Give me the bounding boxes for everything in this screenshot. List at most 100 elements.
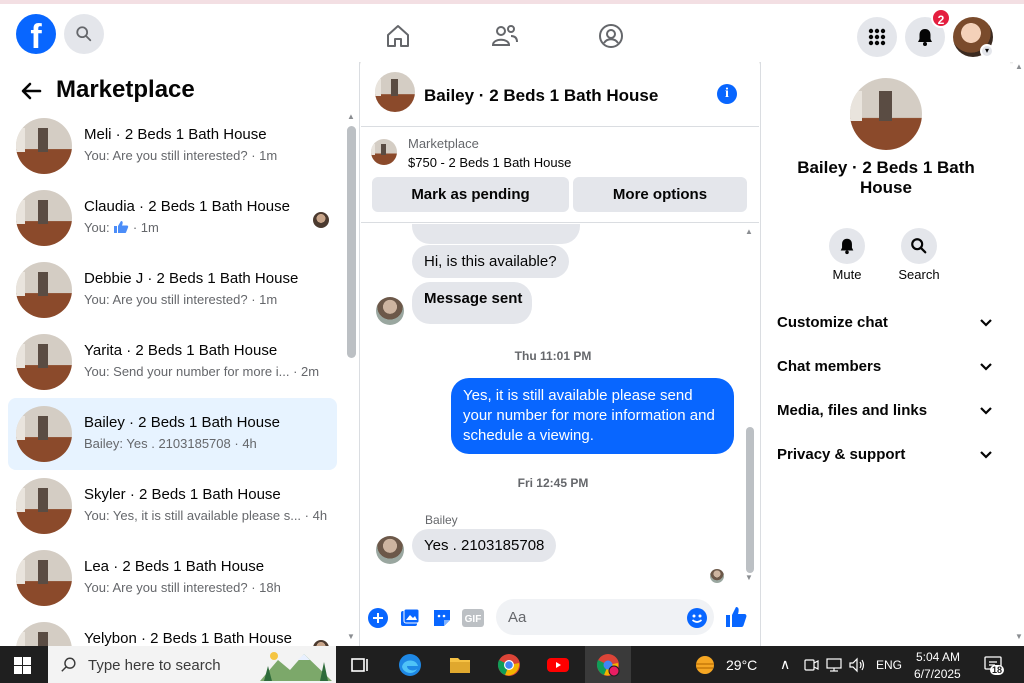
send-like-button[interactable] bbox=[725, 606, 747, 628]
chat-title[interactable]: Bailey · 2 Beds 1 Bath House bbox=[424, 86, 658, 106]
weather-sun-icon[interactable] bbox=[693, 653, 717, 677]
task-view-icon[interactable] bbox=[348, 653, 372, 677]
conversation-item[interactable]: Meli · 2 Beds 1 Bath House You: Are you … bbox=[8, 110, 337, 182]
taskbar-search-box[interactable]: Type here to search bbox=[48, 646, 336, 683]
message-bubble[interactable]: Message sent bbox=[412, 282, 532, 324]
listing-thumbnail bbox=[16, 406, 72, 462]
facebook-marketplace-chat-window: f 2 ▾ Marketplace Meli · 2 Beds 1 Bath H… bbox=[0, 0, 1024, 683]
privacy-support-row[interactable]: Privacy & support bbox=[777, 446, 997, 470]
customize-chat-row[interactable]: Customize chat bbox=[777, 314, 997, 338]
listing-summary: Marketplace $750 - 2 Beds 1 Bath House M… bbox=[361, 127, 759, 223]
chevron-down-icon[interactable]: ▾ bbox=[980, 44, 994, 58]
conversation-item[interactable]: Claudia · 2 Beds 1 Bath House You: · 1m bbox=[8, 182, 337, 254]
input-language[interactable]: ENG bbox=[876, 658, 902, 672]
search-placeholder: Type here to search bbox=[88, 657, 221, 674]
friends-tab[interactable] bbox=[491, 22, 519, 50]
profile-tab[interactable] bbox=[597, 22, 625, 50]
scroll-up-arrow-icon[interactable]: ▲ bbox=[1015, 62, 1023, 71]
emoji-button[interactable] bbox=[687, 608, 707, 628]
facebook-logo[interactable]: f bbox=[16, 14, 56, 54]
scroll-up-arrow-icon[interactable]: ▲ bbox=[745, 227, 753, 236]
conversation-item[interactable]: Debbie J · 2 Beds 1 Bath House You: Are … bbox=[8, 254, 337, 326]
grid-menu-icon bbox=[868, 28, 886, 46]
clock-date[interactable]: 6/7/2025 bbox=[914, 667, 961, 681]
message-timestamp: Thu 11:01 PM bbox=[514, 349, 592, 363]
conversation-item[interactable]: Yarita · 2 Beds 1 Bath House You: Send y… bbox=[8, 326, 337, 398]
conversation-title: Yarita · 2 Beds 1 Bath House bbox=[84, 342, 278, 359]
conversation-title: Yelybon · 2 Beds 1 Bath House bbox=[84, 630, 292, 646]
search-in-conversation-button[interactable] bbox=[901, 228, 937, 264]
friends-icon bbox=[491, 25, 518, 46]
gif-button[interactable]: GIF bbox=[462, 607, 484, 629]
mute-button[interactable] bbox=[829, 228, 865, 264]
conversation-item[interactable]: Skyler · 2 Beds 1 Bath House You: Yes, i… bbox=[8, 470, 337, 542]
scroll-up-arrow-icon[interactable]: ▲ bbox=[347, 112, 355, 121]
listing-thumbnail[interactable] bbox=[371, 139, 397, 165]
message-bubble[interactable]: Hi, is this available? bbox=[412, 245, 569, 278]
marketplace-conversation-list: Marketplace Meli · 2 Beds 1 Bath House Y… bbox=[0, 62, 360, 646]
windows-start-icon[interactable] bbox=[14, 657, 31, 674]
message-bubble[interactable]: Yes . 2103185708 bbox=[412, 529, 557, 562]
mute-label: Mute bbox=[832, 267, 862, 282]
listing-price[interactable]: $750 - 2 Beds 1 Bath House bbox=[408, 155, 571, 170]
bell-icon bbox=[840, 238, 854, 255]
chat-members-row[interactable]: Chat members bbox=[777, 358, 997, 382]
listing-thumbnail bbox=[16, 118, 72, 174]
scroll-down-arrow-icon[interactable]: ▼ bbox=[745, 573, 753, 582]
listing-photo[interactable] bbox=[850, 78, 922, 150]
top-navigation-bar: f 2 ▾ bbox=[0, 0, 1024, 62]
landscape-illustration-icon bbox=[260, 652, 332, 681]
sticker-icon bbox=[434, 610, 450, 626]
more-options-button[interactable]: More options bbox=[573, 177, 747, 212]
message-bubble-partial bbox=[412, 224, 580, 244]
listing-thumbnail bbox=[16, 622, 72, 646]
conversation-preview: You: · 1m bbox=[84, 220, 159, 235]
add-attachment-button[interactable] bbox=[367, 607, 389, 629]
media-files-links-row[interactable]: Media, files and links bbox=[777, 402, 997, 426]
network-icon[interactable] bbox=[826, 657, 842, 673]
search-label: Search bbox=[898, 267, 940, 282]
meet-now-icon[interactable] bbox=[803, 657, 819, 673]
listing-thumbnail bbox=[16, 190, 72, 246]
weather-temperature[interactable]: 29°C bbox=[726, 657, 757, 673]
smiley-icon bbox=[691, 614, 703, 623]
chrome-icon[interactable] bbox=[497, 653, 521, 677]
menu-button[interactable] bbox=[857, 17, 897, 57]
sticker-button[interactable] bbox=[431, 607, 453, 629]
info-icon[interactable]: i bbox=[717, 84, 737, 104]
message-input[interactable] bbox=[496, 599, 714, 635]
youtube-icon[interactable] bbox=[546, 653, 570, 677]
sent-message-bubble[interactable]: Yes, it is still available please send y… bbox=[451, 378, 734, 454]
conversation-item[interactable]: Lea · 2 Beds 1 Bath House You: Are you s… bbox=[8, 542, 337, 614]
chevron-down-icon bbox=[980, 451, 992, 459]
volume-icon[interactable] bbox=[849, 657, 867, 673]
scroll-down-arrow-icon[interactable]: ▼ bbox=[1015, 632, 1023, 641]
conversation-item[interactable]: Yelybon · 2 Beds 1 Bath House bbox=[8, 614, 337, 646]
clock-time[interactable]: 5:04 AM bbox=[916, 650, 960, 664]
contact-avatar[interactable] bbox=[376, 536, 404, 564]
search-button[interactable] bbox=[64, 14, 104, 54]
edge-browser-icon[interactable] bbox=[398, 653, 422, 677]
contact-avatar[interactable] bbox=[376, 297, 404, 325]
scroll-down-arrow-icon[interactable]: ▼ bbox=[347, 632, 355, 641]
photo-icon bbox=[401, 608, 420, 626]
conversation-preview: Bailey: Yes . 2103185708 · 4h bbox=[84, 436, 257, 451]
chat-listing-thumbnail[interactable] bbox=[375, 72, 415, 112]
conversation-item-selected[interactable]: Bailey · 2 Beds 1 Bath House Bailey: Yes… bbox=[8, 398, 337, 470]
file-explorer-icon[interactable] bbox=[448, 653, 472, 677]
message-scrollbar[interactable] bbox=[746, 427, 754, 573]
mark-as-pending-button[interactable]: Mark as pending bbox=[372, 177, 569, 212]
attach-photo-button[interactable] bbox=[399, 607, 421, 629]
conversation-preview: You: Are you still interested? · 1m bbox=[84, 148, 278, 163]
conversation-list-scrollbar[interactable] bbox=[347, 126, 356, 358]
back-arrow-icon[interactable] bbox=[20, 80, 42, 102]
page-scrollbar[interactable]: ▲ ▼ bbox=[1013, 62, 1024, 646]
thumbs-up-icon bbox=[726, 607, 747, 627]
chevron-up-icon[interactable]: ∧ bbox=[780, 656, 790, 673]
home-tab[interactable] bbox=[384, 22, 412, 50]
conversation-preview: You: Send your number for more i... · 2m bbox=[84, 364, 320, 379]
chrome-profile-icon[interactable] bbox=[596, 653, 620, 677]
message-timestamp: Fri 12:45 PM bbox=[517, 476, 589, 490]
plus-circle-icon bbox=[368, 608, 388, 628]
chat-header: Bailey · 2 Beds 1 Bath House i bbox=[361, 62, 759, 127]
